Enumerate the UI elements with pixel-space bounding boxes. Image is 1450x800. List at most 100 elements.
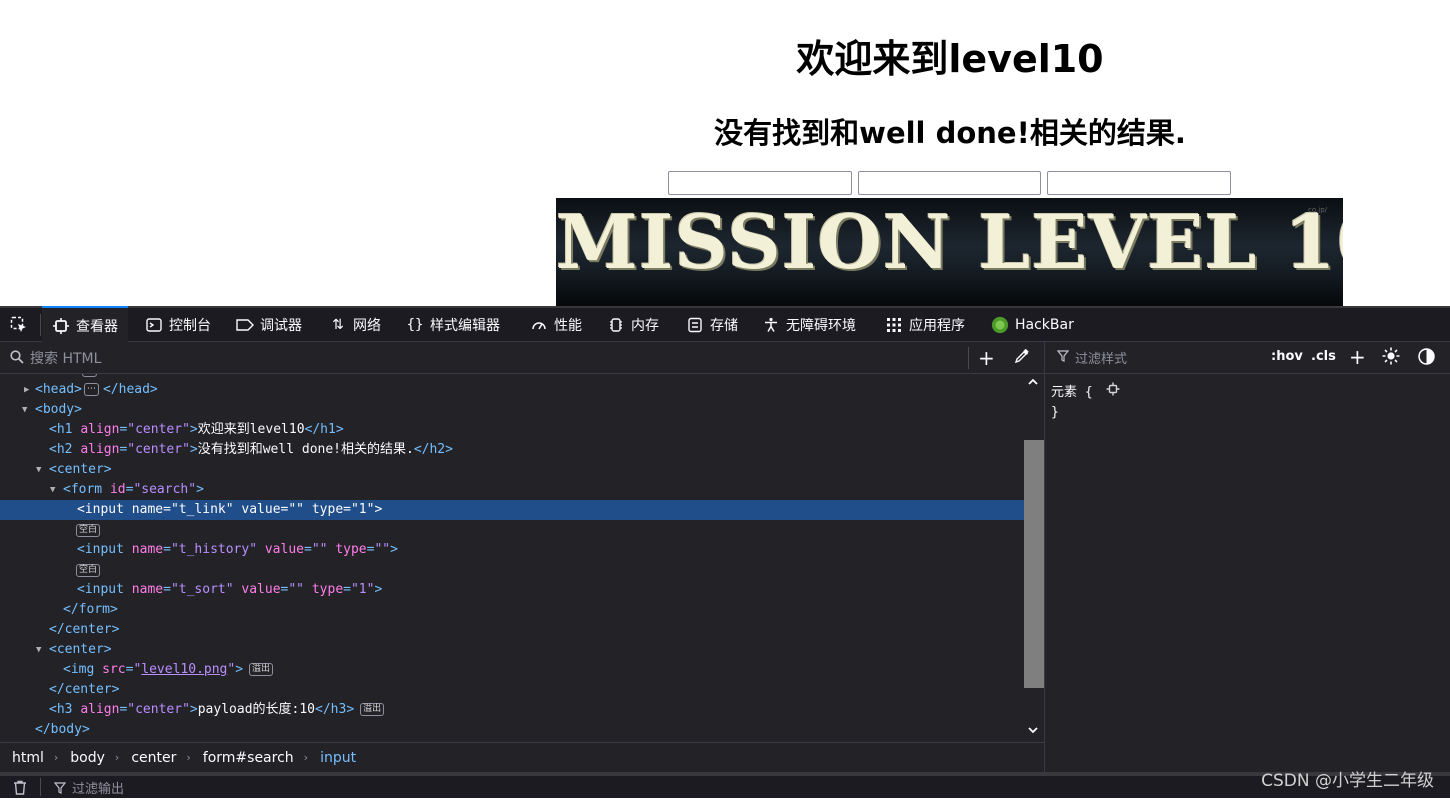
attr-value: "t_link" (170, 502, 234, 517)
attr-value: "1" (350, 582, 375, 597)
add-node-icon[interactable]: + (978, 346, 995, 370)
tree-row-h3[interactable]: <h3 align="center">payload的长度:10</h3> 溢出 (0, 700, 1024, 720)
tree-row-h1[interactable]: <h1 align="center">欢迎来到level10</h1> (0, 420, 1024, 440)
tab-storage[interactable]: 存储 (686, 308, 738, 342)
memory-icon (607, 316, 625, 334)
tree-row-form[interactable]: ▼ <form id="search"> (0, 480, 1024, 500)
collapse-triangle-icon[interactable]: ▼ (22, 400, 27, 420)
tab-performance[interactable]: 性能 (530, 308, 582, 342)
element-gear-icon[interactable] (1106, 382, 1120, 403)
overflow-badge[interactable]: 溢出 (249, 663, 274, 676)
inspector-icon (52, 317, 70, 335)
performance-icon (530, 316, 548, 334)
page-heading-h2: 没有找到和well done!相关的结果. (714, 116, 1186, 150)
t-history-input[interactable] (858, 171, 1041, 195)
tree-row-center-close[interactable]: </center> (0, 620, 1024, 640)
collapse-triangle-icon[interactable]: ▼ (36, 460, 41, 480)
breadcrumb-body[interactable]: body (70, 750, 105, 766)
web-page: 欢迎来到level10 没有找到和well done!相关的结果. co.jp/… (0, 0, 1450, 306)
head-close-tag: </head> (102, 382, 158, 397)
scroll-down-icon[interactable] (1027, 724, 1039, 739)
breadcrumb-html[interactable]: html (12, 750, 44, 766)
form-id-value: "search" (133, 482, 197, 497)
eyedropper-icon[interactable] (1014, 348, 1030, 368)
tree-row-input-t-history[interactable]: <input name="t_history" value="" type=""… (0, 540, 1024, 560)
mission-level-banner-image: co.jp/ MISSION LEVEL 10 (556, 198, 1343, 306)
scroll-up-icon[interactable] (1027, 376, 1039, 391)
tree-row-whitespace[interactable]: 空白 (0, 520, 1024, 540)
scrollbar-thumb[interactable] (1024, 440, 1044, 688)
chevron-right-icon: › (303, 751, 309, 764)
collapsed-badge[interactable]: ⋯ (82, 374, 97, 377)
filter-icon (53, 782, 67, 797)
rules-toolbar: :hov .cls + (1045, 342, 1450, 374)
tab-label: HackBar (1015, 317, 1074, 333)
csdn-watermark: CSDN @小学生二年级 (1261, 771, 1434, 791)
tree-row-img[interactable]: <img src="level10.png"> 溢出 (0, 660, 1024, 680)
breadcrumb-center[interactable]: center (131, 750, 176, 766)
hover-state-button[interactable]: :hov (1271, 349, 1303, 364)
element-rule-selector: 元素 { (1051, 385, 1093, 400)
dark-theme-icon[interactable] (1418, 348, 1435, 369)
tree-row-h2[interactable]: <h2 align="center">没有找到和well done!相关的结果.… (0, 440, 1024, 460)
collapse-triangle-icon[interactable]: ▼ (36, 640, 41, 660)
tab-label: 应用程序 (909, 318, 965, 334)
tab-inspector[interactable]: 查看器 (42, 306, 128, 344)
hackbar-icon (991, 316, 1009, 334)
attr-value: "" (311, 542, 328, 557)
class-toggle-button[interactable]: .cls (1311, 349, 1336, 364)
breadcrumb: html › body › center › form#search › inp… (0, 742, 1044, 772)
tab-label: 性能 (554, 318, 582, 334)
filter-styles-input[interactable] (1073, 347, 1277, 371)
tab-label: 查看器 (76, 319, 118, 335)
tree-row-whitespace[interactable]: 空白 (0, 560, 1024, 580)
breadcrumb-form[interactable]: form#search (203, 750, 294, 766)
whitespace-badge[interactable]: 空白 (76, 524, 101, 537)
markup-view: + <html>⋯ ▶ <head>⋯</head> ▼ <body> <h1 … (0, 342, 1044, 742)
tab-hackbar[interactable]: HackBar (991, 308, 1074, 342)
element-rule-close: } (1051, 405, 1059, 420)
tree-row-input-t-link-selected[interactable]: <input name="t_link" value="" type="1"> (0, 500, 1024, 520)
tab-label: 样式编辑器 (430, 318, 500, 334)
light-theme-icon[interactable] (1382, 347, 1400, 369)
search-html-input[interactable] (28, 347, 932, 371)
tree-row-input-t-sort[interactable]: <input name="t_sort" value="" type="1"> (0, 580, 1024, 600)
tree-row-body-close[interactable]: </body> (0, 720, 1024, 740)
collapse-triangle-icon[interactable]: ▼ (50, 480, 55, 500)
filter-output-input[interactable] (70, 778, 374, 800)
storage-icon (686, 316, 704, 334)
t-link-input[interactable] (668, 171, 852, 195)
tree-row-body[interactable]: ▼ <body> (0, 400, 1024, 420)
expand-triangle-icon[interactable]: ▶ (24, 380, 29, 400)
attr-value: "" (288, 502, 305, 517)
tab-memory[interactable]: 内存 (607, 308, 659, 342)
t-sort-input[interactable] (1047, 171, 1231, 195)
whitespace-badge[interactable]: 空白 (76, 564, 101, 577)
tab-label: 存储 (710, 318, 738, 334)
tree-row-center-2[interactable]: ▼ <center> (0, 640, 1024, 660)
tree-row-center[interactable]: ▼ <center> (0, 460, 1024, 480)
chevron-right-icon: › (186, 751, 191, 764)
overflow-badge[interactable]: 溢出 (360, 703, 385, 716)
breadcrumb-input[interactable]: input (320, 750, 356, 766)
tab-network[interactable]: ⇅ 网络 (329, 308, 381, 342)
tab-label: 控制台 (169, 318, 211, 334)
tab-console[interactable]: 控制台 (145, 308, 211, 342)
body-open-tag: <body> (35, 402, 82, 417)
collapsed-badge[interactable]: ⋯ (83, 383, 99, 396)
tree-row-center-2-close[interactable]: </center> (0, 680, 1024, 700)
tab-application[interactable]: 应用程序 (885, 308, 965, 342)
tab-style-editor[interactable]: {} 样式编辑器 (406, 308, 500, 342)
tree-row-head[interactable]: ▶ <head> ⋯ </head> (0, 380, 1024, 400)
add-rule-icon[interactable]: + (1349, 345, 1366, 369)
tab-debugger[interactable]: 调试器 (236, 308, 302, 342)
tab-label: 网络 (353, 318, 381, 334)
trash-icon[interactable] (12, 780, 28, 800)
html-tree: <html>⋯ ▶ <head>⋯</head> ▼ <body> <h1 al… (0, 374, 1024, 742)
tree-scrollbar[interactable] (1024, 374, 1044, 742)
attr-value: "t_history" (170, 542, 258, 557)
element-picker-icon[interactable] (8, 314, 30, 336)
tab-accessibility[interactable]: 无障碍环境 (762, 308, 856, 342)
img-src-link[interactable]: level10.png (141, 662, 227, 677)
tree-row-form-close[interactable]: </form> (0, 600, 1024, 620)
